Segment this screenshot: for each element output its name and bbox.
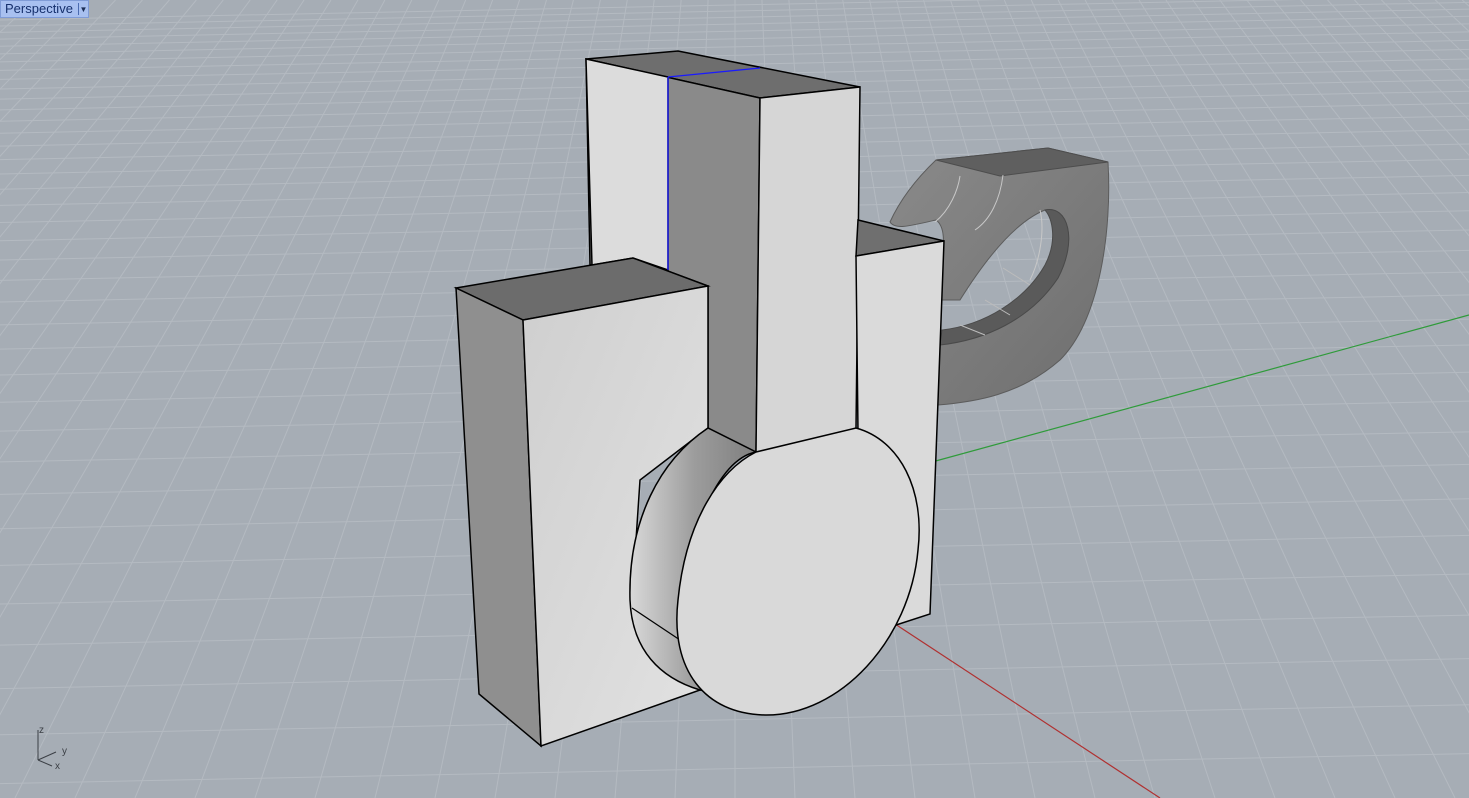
3d-scene[interactable] — [0, 0, 1469, 798]
triangle-down-icon[interactable]: ▼ — [79, 1, 88, 17]
axis-y-label: y — [62, 746, 67, 757]
world-axes-icon: z y x — [37, 725, 67, 772]
viewport-name[interactable]: Perspective — [1, 1, 78, 17]
axis-z-label: z — [39, 725, 44, 736]
axis-x-label: x — [55, 761, 60, 772]
perspective-viewport[interactable]: Perspective ▼ z y x — [0, 0, 1469, 798]
viewport-title-tab[interactable]: Perspective ▼ — [0, 0, 89, 18]
